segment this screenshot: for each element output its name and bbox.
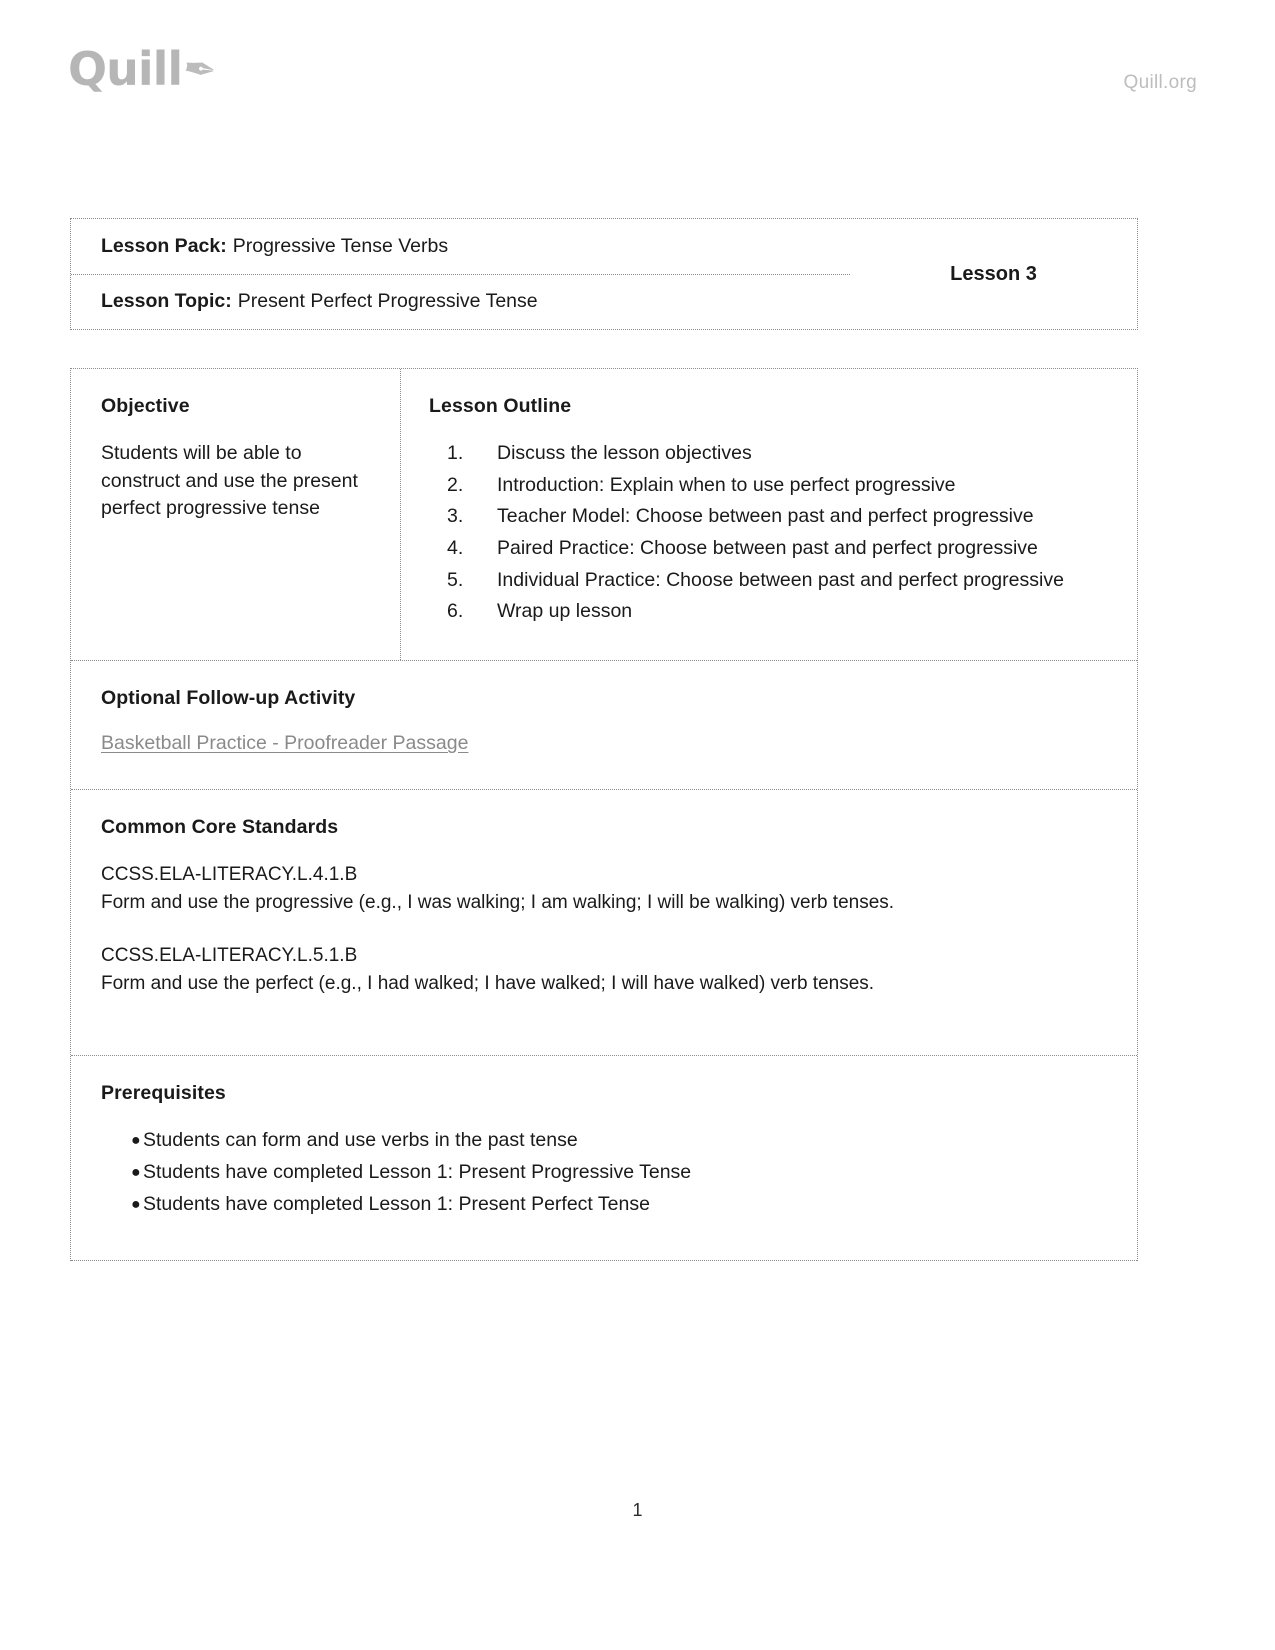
outline-item-number: 5. — [447, 568, 464, 591]
standard-code: CCSS.ELA-LITERACY.L.5.1.B — [101, 945, 358, 967]
prerequisite-label: Students have completed Lesson 1: Presen… — [143, 1161, 692, 1183]
lesson-number-cell: Lesson 3 — [850, 219, 1137, 329]
outline-item-number: 1. — [447, 442, 464, 464]
standard-description: Form and use the perfect (e.g., I had wa… — [101, 972, 875, 994]
lesson-number: Lesson 3 — [950, 262, 1037, 285]
identity-left-column: Lesson Pack: Progressive Tense Verbs Les… — [71, 219, 850, 329]
outline-item: 4. Paired Practice: Choose between past a… — [429, 535, 1113, 563]
prerequisites-heading: Prerequisites — [101, 1082, 226, 1105]
prerequisite-item: ● Students can form and use verbs in the … — [101, 1127, 1107, 1155]
outline-item-label: Teacher Model: Choose between past and p… — [497, 505, 1034, 528]
standard-code: CCSS.ELA-LITERACY.L.4.1.B — [101, 864, 358, 886]
lesson-sheet: Lesson Pack: Progressive Tense Verbs Les… — [70, 218, 1138, 1262]
bullet-icon: ● — [131, 1195, 141, 1213]
outline-item-label: Paired Practice: Choose between past and… — [497, 537, 1038, 560]
objective-cell: Objective Students will be able to const… — [71, 369, 401, 661]
standards-list: CCSS.ELA-LITERACY.L.4.1.B Form and use th… — [101, 861, 1107, 997]
lesson-outline-cell: Lesson Outline 1. Discuss the lesson obje… — [401, 369, 1137, 660]
prerequisites-section: Prerequisites ● Students can form and use… — [71, 1056, 1137, 1262]
outline-item-number: 2. — [447, 473, 464, 496]
objective-body: Students will be able to construct and u… — [101, 442, 358, 520]
standard-description: Form and use the progressive (e.g., I wa… — [101, 891, 895, 913]
outline-item: 6. Wrap up lesson — [429, 598, 1113, 626]
feather-icon: ✒ — [180, 44, 219, 96]
quill-org-label: Quill.org — [1123, 72, 1197, 93]
lesson-topic-row: Lesson Topic: Present Perfect Progressiv… — [71, 275, 850, 330]
objective-heading: Objective — [101, 395, 190, 417]
objective-outline-row: Objective Students will be able to const… — [71, 369, 1137, 662]
outline-item: 5. Individual Practice: Choose between pa… — [429, 567, 1113, 595]
lesson-body-table: Objective Students will be able to const… — [70, 368, 1138, 1262]
outline-item-number: 3. — [447, 505, 464, 528]
bullet-icon: ● — [131, 1164, 141, 1181]
outline-item-number: 6. — [447, 600, 464, 623]
lesson-topic-label: Lesson Topic: — [101, 290, 232, 313]
common-core-standards-section: Common Core Standards CCSS.ELA-LITERACY.… — [71, 790, 1137, 1057]
lesson-outline-heading: Lesson Outline — [429, 395, 572, 417]
standard-entry: CCSS.ELA-LITERACY.L.4.1.B Form and use th… — [101, 861, 1107, 916]
lesson-outline-list: 1. Discuss the lesson objectives 2. Introdu… — [429, 440, 1113, 626]
prerequisite-label: Students have completed Lesson 1: Presen… — [143, 1192, 650, 1215]
outline-item-label: Wrap up lesson — [497, 600, 633, 623]
outline-item: 3. Teacher Model: Choose between past and… — [429, 503, 1113, 531]
bullet-icon: ● — [131, 1132, 141, 1150]
outline-item: 2. Introduction: Explain when to use perf… — [429, 472, 1113, 500]
outline-item: 1. Discuss the lesson objectives — [429, 440, 1113, 468]
lesson-pack-label: Lesson Pack: — [101, 234, 227, 257]
followup-heading: Optional Follow-up Activity — [101, 687, 356, 710]
lesson-identity-table: Lesson Pack: Progressive Tense Verbs Les… — [70, 218, 1138, 330]
followup-activity-section: Optional Follow-up Activity Basketball P… — [71, 661, 1137, 791]
prerequisites-list: ● Students can form and use verbs in the … — [101, 1127, 1107, 1218]
outline-item-label: Individual Practice: Choose between past… — [497, 568, 1064, 591]
lesson-topic-value: Present Perfect Progressive Tense — [237, 290, 538, 313]
outline-item-number: 4. — [447, 537, 464, 560]
standard-entry: CCSS.ELA-LITERACY.L.5.1.B Form and use th… — [101, 942, 1107, 997]
outline-item-label: Discuss the lesson objectives — [497, 442, 752, 464]
prerequisite-item: ● Students have completed Lesson 1: Prese… — [101, 1159, 1107, 1187]
quill-logo: Quill✒ — [68, 44, 219, 96]
standards-heading: Common Core Standards — [101, 816, 339, 839]
quill-logo-text: Quill — [68, 42, 183, 96]
page-number: 1 — [632, 1500, 643, 1520]
outline-item-label: Introduction: Explain when to use perfec… — [497, 473, 956, 496]
page-header: Quill✒ Quill.org — [0, 28, 1275, 108]
lesson-pack-value: Progressive Tense Verbs — [232, 234, 449, 257]
lesson-pack-row: Lesson Pack: Progressive Tense Verbs — [71, 219, 850, 275]
prerequisite-item: ● Students have completed Lesson 1: Prese… — [101, 1191, 1107, 1219]
followup-activity-link[interactable]: Basketball Practice - Proofreader Passag… — [101, 732, 468, 754]
prerequisite-label: Students can form and use verbs in the p… — [143, 1129, 578, 1152]
